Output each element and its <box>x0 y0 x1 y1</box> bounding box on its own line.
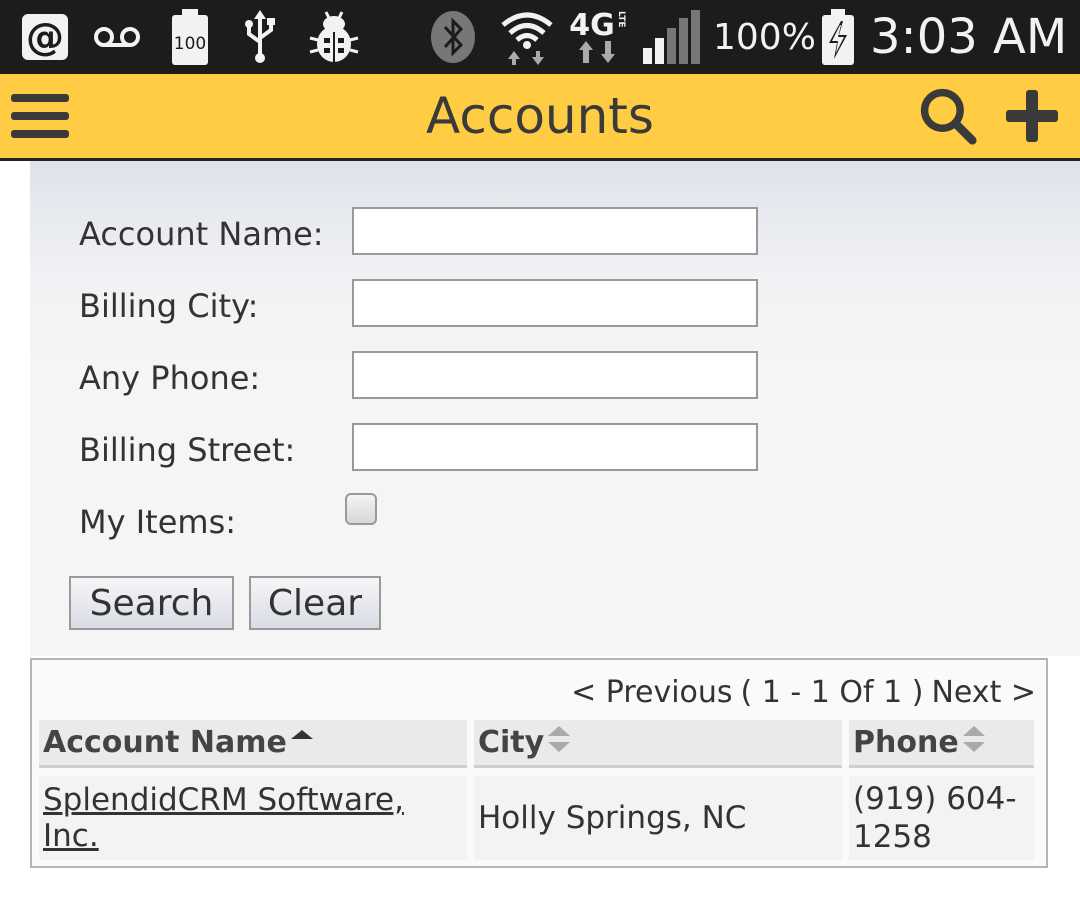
at-icon: @ <box>20 10 70 64</box>
table-row-cell-account-name: SplendidCRM Software, Inc. <box>39 776 467 860</box>
account-name-input[interactable] <box>352 207 758 255</box>
sort-icon <box>961 724 987 762</box>
my-items-label: My Items: <box>79 503 237 541</box>
billing-street-input[interactable] <box>352 423 758 471</box>
phone-line-2: 1258 <box>853 819 932 855</box>
any-phone-label: Any Phone: <box>79 359 261 397</box>
usb-icon <box>240 10 280 64</box>
column-header-city[interactable]: City <box>474 720 842 768</box>
sort-icon <box>546 724 572 762</box>
add-icon[interactable] <box>1002 86 1062 146</box>
phone-line-1: (919) 604- <box>853 781 1017 817</box>
clear-button[interactable]: Clear <box>249 576 381 630</box>
battery-charging-icon <box>818 9 858 65</box>
lte-icon: 4G LTE <box>560 10 634 64</box>
search-panel: Account Name: Billing City: Any Phone: B… <box>30 161 1080 656</box>
app-bar: Accounts <box>0 74 1080 161</box>
table-row-cell-city: Holly Springs, NC <box>474 776 842 860</box>
results-grid: < Previous ( 1 - 1 Of 1 ) Next > Account… <box>30 658 1048 868</box>
battery-percent: 100% <box>713 16 816 58</box>
pager: < Previous ( 1 - 1 Of 1 ) Next > <box>571 668 1036 716</box>
svg-text:100: 100 <box>174 34 206 54</box>
table-row-cell-phone: (919) 604- 1258 <box>849 776 1034 860</box>
billing-street-label: Billing Street: <box>79 431 296 469</box>
wifi-icon <box>500 10 554 65</box>
sort-ascending-icon <box>289 724 315 762</box>
clock: 3:03 AM <box>870 9 1068 65</box>
search-button[interactable]: Search <box>69 576 234 630</box>
voicemail-icon <box>92 10 142 64</box>
next-link[interactable]: Next > <box>931 675 1036 710</box>
search-icon[interactable] <box>918 86 978 146</box>
my-items-checkbox[interactable] <box>345 493 377 525</box>
column-header-label: Account Name <box>43 725 287 760</box>
billing-city-input[interactable] <box>352 279 758 327</box>
status-bar: @ 100 4G LTE 100% 3:03 AM <box>0 0 1080 74</box>
column-header-phone[interactable]: Phone <box>849 720 1034 768</box>
any-phone-input[interactable] <box>352 351 758 399</box>
previous-link[interactable]: < Previous <box>571 675 732 710</box>
battery-100-icon: 100 <box>168 9 212 65</box>
account-name-label: Account Name: <box>79 215 324 253</box>
column-header-account-name[interactable]: Account Name <box>39 720 467 768</box>
account-name-link[interactable]: SplendidCRM Software, Inc. <box>43 782 467 854</box>
signal-icon <box>640 10 702 64</box>
column-header-label: Phone <box>853 725 959 760</box>
bluetooth-icon <box>428 10 478 64</box>
billing-city-label: Billing City: <box>79 287 259 325</box>
pager-range: ( 1 - 1 Of 1 ) <box>740 674 924 710</box>
debug-bug-icon <box>306 10 362 64</box>
svg-text:@: @ <box>26 15 64 59</box>
column-header-label: City <box>478 725 545 760</box>
